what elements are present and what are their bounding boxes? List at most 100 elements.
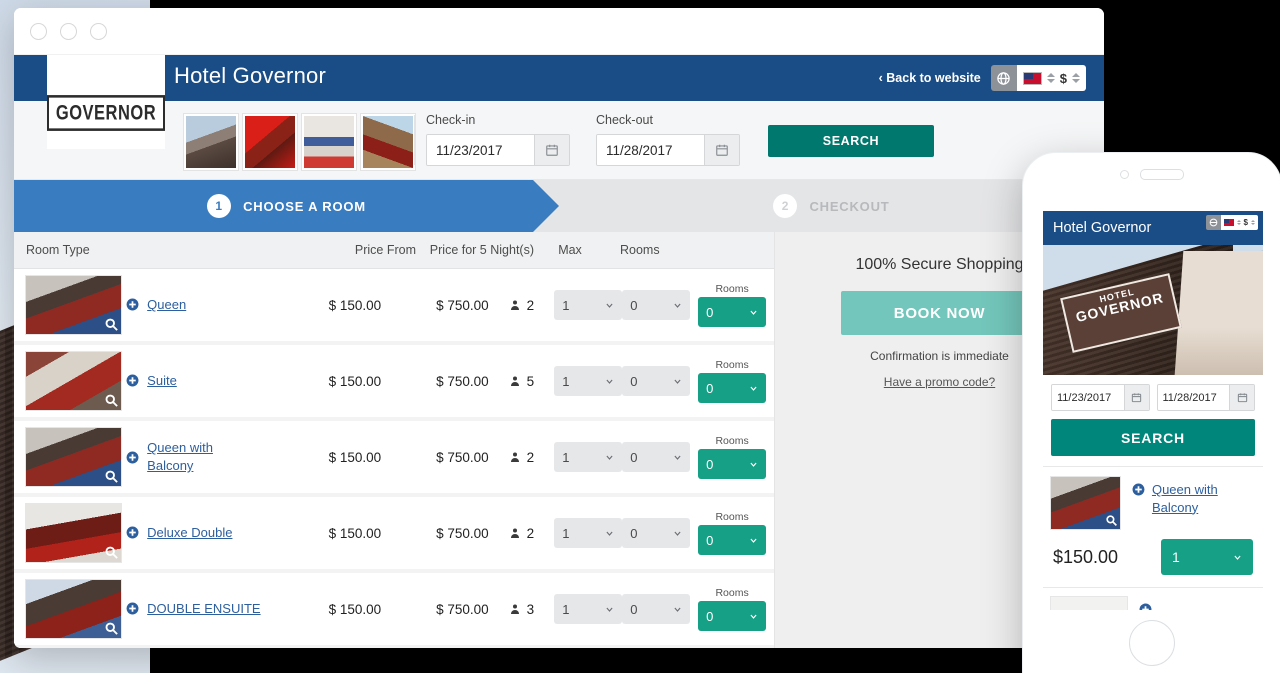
mobile-checkin-field[interactable] — [1051, 384, 1150, 411]
double-ensuite-photo[interactable] — [26, 580, 121, 638]
queen-balcony-photo[interactable] — [26, 428, 121, 486]
magnify-icon[interactable] — [1105, 514, 1118, 527]
queen-balcony-photo[interactable] — [1051, 477, 1120, 529]
checkin-field[interactable] — [426, 134, 570, 166]
promo-code-link[interactable]: Have a promo code? — [884, 375, 995, 389]
room-name-link[interactable]: DOUBLE ENSUITE — [147, 600, 260, 618]
calendar-icon[interactable] — [1123, 385, 1149, 410]
search-button[interactable]: SEARCH — [768, 125, 934, 157]
magnify-icon[interactable] — [104, 469, 119, 484]
book-now-button[interactable]: BOOK NOW — [840, 291, 1039, 335]
rooms-caption: Rooms — [715, 587, 749, 599]
person-icon — [510, 452, 519, 462]
maximize-icon[interactable] — [90, 22, 107, 40]
currency-symbol: $ — [1243, 218, 1248, 227]
thumbnail-guest-room-window[interactable] — [302, 114, 356, 170]
mobile-checkin-input[interactable] — [1052, 385, 1124, 410]
adults-select[interactable]: 1 — [554, 366, 623, 396]
checkin-label: Check-in — [426, 113, 476, 127]
chevron-down-icon — [749, 536, 758, 545]
rooms-select[interactable]: 0 — [698, 601, 767, 631]
room-max-occupancy: 2 — [489, 298, 555, 313]
language-stepper[interactable] — [1236, 220, 1241, 225]
expand-plus-icon[interactable] — [1139, 603, 1152, 610]
checkout-input[interactable] — [597, 135, 704, 165]
rooms-select[interactable]: 0 — [698, 373, 767, 403]
step-label: CHECKOUT — [809, 198, 890, 214]
adults-select[interactable]: 1 — [554, 518, 623, 548]
close-icon[interactable] — [30, 22, 47, 40]
calendar-icon[interactable] — [704, 135, 739, 165]
site-topbar: Hotel Governor ‹ Back to website $ — [14, 55, 1104, 101]
home-button[interactable] — [1129, 620, 1175, 666]
room-name-link[interactable]: Queen with Balcony — [147, 439, 247, 474]
room-name-link[interactable]: Deluxe Double — [147, 524, 232, 542]
children-select[interactable]: 0 — [622, 290, 691, 320]
magnify-icon[interactable] — [104, 621, 119, 636]
currency-stepper[interactable] — [1072, 73, 1080, 83]
back-to-website-link[interactable]: ‹ Back to website — [879, 71, 981, 85]
kitchen-photo[interactable] — [1051, 597, 1127, 610]
mobile-checkout-input[interactable] — [1157, 385, 1229, 410]
mobile-search-button[interactable]: SEARCH — [1051, 419, 1255, 456]
rooms-select-cell: Rooms 0 — [690, 359, 774, 403]
children-select[interactable]: 0 — [622, 366, 691, 396]
checkin-input[interactable] — [427, 135, 534, 165]
us-flag-icon[interactable] — [1022, 71, 1042, 85]
adults-select[interactable]: 1 — [554, 594, 623, 624]
checkout-field[interactable] — [596, 134, 740, 166]
expand-plus-icon[interactable] — [126, 526, 139, 539]
adults-select[interactable]: 1 — [554, 290, 623, 320]
chevron-down-icon — [605, 377, 614, 386]
queen-room-photo[interactable] — [26, 276, 121, 334]
deluxe-double-photo[interactable] — [26, 504, 121, 562]
expand-plus-icon[interactable] — [126, 451, 139, 464]
language-stepper[interactable] — [1046, 73, 1055, 83]
hotel-logo: GOVERNOR — [46, 55, 166, 149]
currency-stepper[interactable] — [1251, 220, 1255, 225]
room-name-link[interactable]: Suite — [147, 372, 177, 390]
mobile-rooms-select[interactable]: 1 — [1161, 539, 1253, 575]
expand-plus-icon[interactable] — [126, 374, 139, 387]
mobile-room-name-link[interactable]: Queen with Balcony — [1152, 481, 1255, 516]
expand-plus-icon[interactable] — [1132, 483, 1145, 496]
calendar-icon[interactable] — [1229, 385, 1254, 410]
rooms-select-cell: Rooms 0 — [690, 435, 774, 479]
mobile-room-card: Queen with Balcony $150.00 1 — [1043, 467, 1263, 587]
magnify-icon[interactable] — [104, 317, 119, 332]
thumbnail-rooftop-terrace[interactable] — [361, 114, 415, 170]
children-select[interactable]: 0 — [622, 594, 691, 624]
rooms-caption: Rooms — [715, 511, 749, 523]
room-image-cell — [14, 428, 126, 486]
adults-select[interactable]: 1 — [554, 442, 623, 472]
suite-room-photo[interactable] — [26, 352, 121, 410]
chevron-down-icon — [673, 529, 682, 538]
expand-plus-icon[interactable] — [126, 602, 139, 615]
expand-plus-icon[interactable] — [126, 298, 139, 311]
us-flag-icon[interactable] — [1223, 219, 1234, 226]
thumbnail-hotel-exterior[interactable] — [184, 114, 238, 170]
chevron-down-icon — [605, 605, 614, 614]
table-row: Queen with Balcony $ 150.00 $ 750.00 2 1 — [14, 421, 774, 497]
minimize-icon[interactable] — [60, 22, 77, 40]
chevron-down-icon — [605, 301, 614, 310]
children-select[interactable]: 0 — [622, 442, 691, 472]
magnify-icon[interactable] — [104, 393, 119, 408]
children-select[interactable]: 0 — [622, 518, 691, 548]
globe-icon[interactable] — [1205, 215, 1221, 230]
step-choose-a-room[interactable]: 1 CHOOSE A ROOM — [14, 180, 559, 232]
rooms-select[interactable]: 0 — [698, 449, 767, 479]
browser-chrome — [14, 8, 1104, 55]
table-row: Queen $ 150.00 $ 750.00 2 1 0 Rooms 0 — [14, 269, 774, 345]
room-name-link[interactable]: Queen — [147, 296, 186, 314]
thumbnail-red-lobby[interactable] — [243, 114, 297, 170]
globe-icon[interactable] — [990, 65, 1017, 91]
person-icon — [510, 300, 519, 310]
calendar-icon[interactable] — [534, 135, 569, 165]
magnify-icon[interactable] — [104, 545, 119, 560]
mobile-checkout-field[interactable] — [1156, 384, 1255, 411]
column-room-type: Room Type — [26, 243, 90, 257]
chevron-down-icon — [749, 384, 758, 393]
rooms-select[interactable]: 0 — [698, 297, 767, 327]
rooms-select[interactable]: 0 — [698, 525, 767, 555]
